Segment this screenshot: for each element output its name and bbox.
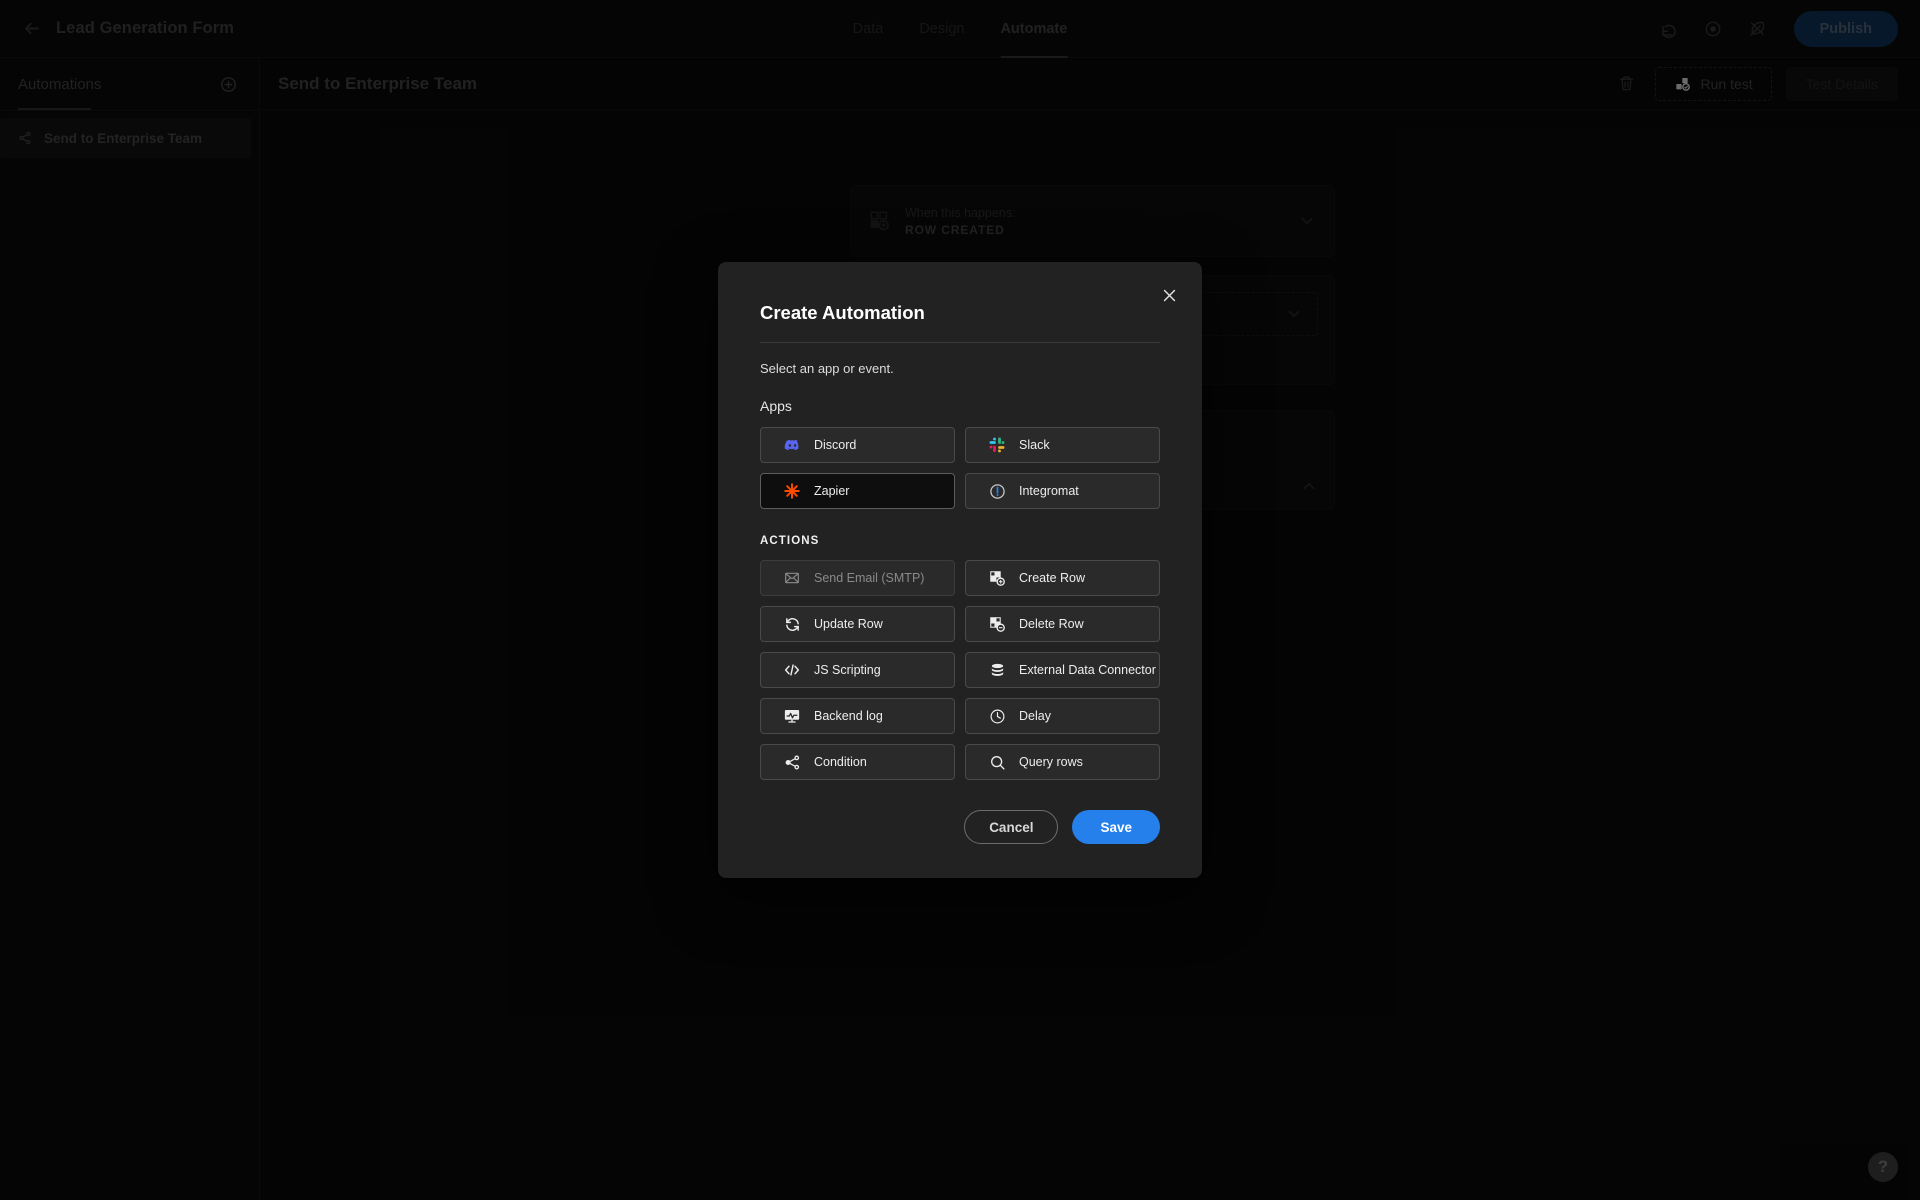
apps-grid: Discord Slack Zapier Integromat	[760, 427, 1160, 509]
action-option-label: Query rows	[1019, 755, 1083, 769]
action-option-backend-log[interactable]: Backend log	[760, 698, 955, 734]
search-icon	[988, 754, 1006, 771]
create-row-icon	[988, 570, 1006, 587]
create-automation-modal: Create Automation Select an app or event…	[718, 262, 1202, 878]
action-option-label: Backend log	[814, 709, 883, 723]
zapier-icon	[783, 482, 801, 500]
actions-grid: Send Email (SMTP) Create Row Update Row …	[760, 560, 1160, 780]
refresh-icon	[783, 616, 801, 633]
modal-footer: Cancel Save	[760, 810, 1160, 844]
modal-title: Create Automation	[760, 302, 925, 323]
share-nodes-icon	[783, 754, 801, 771]
action-option-create-row[interactable]: Create Row	[965, 560, 1160, 596]
app-option-integromat[interactable]: Integromat	[965, 473, 1160, 509]
action-option-query-rows[interactable]: Query rows	[965, 744, 1160, 780]
cancel-button[interactable]: Cancel	[964, 810, 1059, 844]
action-option-delay[interactable]: Delay	[965, 698, 1160, 734]
action-option-label: Create Row	[1019, 571, 1085, 585]
action-option-label: Update Row	[814, 617, 883, 631]
modal-subtitle: Select an app or event.	[760, 361, 894, 376]
action-option-label: Send Email (SMTP)	[814, 571, 925, 585]
app-root: Lead Generation Form Data Design Automat…	[0, 0, 1920, 1200]
action-option-external-data-connector[interactable]: External Data Connector	[965, 652, 1160, 688]
envelope-icon	[783, 570, 801, 586]
clock-icon	[988, 708, 1006, 725]
app-option-zapier[interactable]: Zapier	[760, 473, 955, 509]
delete-row-icon	[988, 616, 1006, 633]
save-button[interactable]: Save	[1072, 810, 1160, 844]
app-option-label: Discord	[814, 438, 857, 452]
action-option-label: Delay	[1019, 709, 1051, 723]
action-option-label: JS Scripting	[814, 663, 881, 677]
actions-section-label: ACTIONS	[760, 535, 820, 547]
backend-log-icon	[783, 707, 801, 725]
modal-divider	[760, 342, 1160, 343]
action-option-label: Condition	[814, 755, 867, 769]
close-icon[interactable]	[1156, 282, 1182, 308]
discord-icon	[783, 437, 801, 454]
action-option-send-email-smtp[interactable]: Send Email (SMTP)	[760, 560, 955, 596]
code-icon	[783, 661, 801, 679]
action-option-condition[interactable]: Condition	[760, 744, 955, 780]
integromat-icon	[988, 483, 1006, 500]
slack-icon	[988, 437, 1006, 453]
app-option-discord[interactable]: Discord	[760, 427, 955, 463]
action-option-js-scripting[interactable]: JS Scripting	[760, 652, 955, 688]
help-button[interactable]: ?	[1868, 1152, 1898, 1182]
action-option-label: External Data Connector	[1019, 663, 1156, 677]
app-option-label: Zapier	[814, 484, 850, 498]
database-icon	[988, 662, 1006, 679]
action-option-update-row[interactable]: Update Row	[760, 606, 955, 642]
apps-section-label: Apps	[760, 398, 792, 414]
app-option-label: Integromat	[1019, 484, 1079, 498]
action-option-delete-row[interactable]: Delete Row	[965, 606, 1160, 642]
app-option-label: Slack	[1019, 438, 1050, 452]
action-option-label: Delete Row	[1019, 617, 1084, 631]
app-option-slack[interactable]: Slack	[965, 427, 1160, 463]
